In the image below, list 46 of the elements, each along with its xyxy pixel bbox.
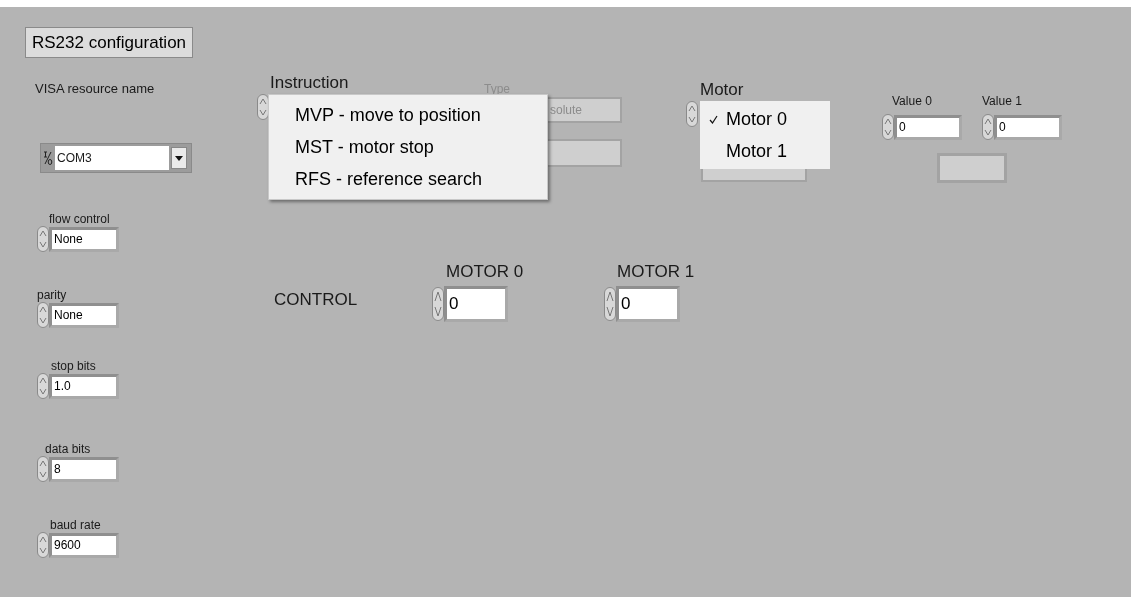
numeric-field[interactable]: 1.0: [49, 373, 119, 399]
numeric-field[interactable]: None: [49, 226, 119, 252]
spin-arrows-icon[interactable]: [257, 94, 269, 120]
field-label: Instruction: [270, 72, 349, 94]
menu-item[interactable]: MST - motor stop: [269, 131, 547, 163]
spin-arrows-icon[interactable]: [982, 114, 994, 140]
field-label: stop bits: [51, 358, 96, 375]
empty-indicator: [937, 153, 1007, 183]
numeric-field[interactable]: 9600: [49, 532, 119, 558]
config-button[interactable]: RS232 configuration: [25, 27, 194, 58]
spin-arrows-icon[interactable]: [882, 114, 894, 140]
numeric-field[interactable]: 0: [894, 114, 962, 140]
field-label: VISA resource name: [35, 80, 155, 98]
field-label: Motor: [700, 79, 744, 101]
numeric-field[interactable]: 0: [994, 114, 1062, 140]
field-label: Value 0: [892, 93, 932, 110]
field-label: MOTOR 0: [446, 261, 524, 283]
spin-arrows-icon[interactable]: [37, 302, 49, 328]
checkmark-icon: [708, 114, 718, 124]
spin-arrows-icon[interactable]: [604, 287, 616, 321]
spin-arrows-icon[interactable]: [686, 101, 698, 127]
section-label: CONTROL: [274, 289, 358, 311]
io-icon: [43, 150, 53, 166]
field-label: MOTOR 1: [617, 261, 695, 283]
field-label: baud rate: [50, 517, 101, 534]
spin-arrows-icon[interactable]: [37, 532, 49, 558]
menu-item[interactable]: MVP - move to position: [269, 99, 547, 131]
numeric-field[interactable]: 0: [444, 286, 508, 322]
spin-arrows-icon[interactable]: [37, 373, 49, 399]
numeric-field[interactable]: None: [49, 302, 119, 328]
resource-value: COM3: [55, 146, 169, 170]
menu-item[interactable]: Motor 1: [700, 135, 830, 167]
field-label: parity: [37, 287, 67, 304]
spin-arrows-icon[interactable]: [432, 287, 444, 321]
menu-item-label: Motor 0: [726, 107, 788, 131]
type-field: solute: [546, 97, 622, 123]
field-label: Value 1: [982, 93, 1022, 110]
resource-dropdown[interactable]: COM3: [40, 143, 192, 173]
field-label: flow control: [49, 211, 110, 228]
numeric-field[interactable]: 0: [616, 286, 680, 322]
spin-arrows-icon[interactable]: [37, 226, 49, 252]
menu-item[interactable]: RFS - reference search: [269, 163, 547, 195]
numeric-field[interactable]: 8: [49, 456, 119, 482]
field-label: data bits: [45, 441, 91, 458]
spin-arrows-icon[interactable]: [37, 456, 49, 482]
menu-item-label: Motor 1: [726, 139, 788, 163]
